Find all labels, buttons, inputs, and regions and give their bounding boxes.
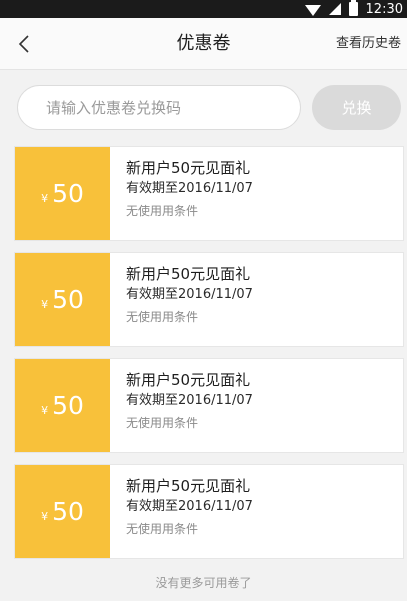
coupon-amount-panel: ¥ 50 (15, 359, 110, 452)
status-bar: 12:30 (0, 0, 407, 18)
coupon-list: ¥ 50 新用户50元见面礼 有效期至2016/11/07 无使用用条件 ¥ 5… (14, 146, 404, 570)
coupon-card[interactable]: ¥ 50 新用户50元见面礼 有效期至2016/11/07 无使用用条件 (14, 464, 404, 559)
coupon-card[interactable]: ¥ 50 新用户50元见面礼 有效期至2016/11/07 无使用用条件 (14, 252, 404, 347)
battery-icon (348, 0, 358, 16)
coupon-condition: 无使用用条件 (126, 416, 199, 430)
chevron-left-icon[interactable] (8, 28, 40, 60)
signal-icon (328, 3, 341, 15)
currency-symbol: ¥ (41, 510, 49, 523)
coupon-info: 新用户50元见面礼 有效期至2016/11/07 无使用用条件 (110, 147, 253, 240)
coupon-info: 新用户50元见面礼 有效期至2016/11/07 无使用用条件 (110, 465, 253, 558)
coupon-amount: 50 (52, 285, 84, 314)
coupon-validity: 有效期至2016/11/07 (126, 499, 253, 514)
coupon-info: 新用户50元见面礼 有效期至2016/11/07 无使用用条件 (110, 253, 253, 346)
coupon-card[interactable]: ¥ 50 新用户50元见面礼 有效期至2016/11/07 无使用用条件 (14, 146, 404, 241)
coupon-validity: 有效期至2016/11/07 (126, 393, 253, 408)
coupon-amount: 50 (52, 179, 84, 208)
redeem-button[interactable]: 兑换 (312, 85, 401, 130)
status-icons: 12:30 (304, 0, 407, 18)
redeem-row: 兑换 (0, 70, 407, 146)
coupon-condition: 无使用用条件 (126, 310, 199, 324)
coupon-title: 新用户50元见面礼 (126, 371, 251, 389)
coupon-title: 新用户50元见面礼 (126, 477, 251, 495)
coupon-condition: 无使用用条件 (126, 522, 199, 536)
coupon-info: 新用户50元见面礼 有效期至2016/11/07 无使用用条件 (110, 359, 253, 452)
nav-bar: 优惠卷 查看历史卷 (0, 18, 407, 70)
coupon-validity: 有效期至2016/11/07 (126, 181, 253, 196)
coupon-card[interactable]: ¥ 50 新用户50元见面礼 有效期至2016/11/07 无使用用条件 (14, 358, 404, 453)
redeem-code-input[interactable] (17, 85, 301, 130)
currency-symbol: ¥ (41, 192, 49, 205)
status-time: 12:30 (365, 1, 403, 17)
coupon-title: 新用户50元见面礼 (126, 265, 251, 283)
currency-symbol: ¥ (41, 298, 49, 311)
coupon-amount: 50 (52, 391, 84, 420)
wifi-icon (304, 4, 321, 16)
coupon-title: 新用户50元见面礼 (126, 159, 251, 177)
coupon-amount-panel: ¥ 50 (15, 465, 110, 558)
view-history-link[interactable]: 查看历史卷 (336, 18, 401, 70)
list-end-message: 没有更多可用卷了 (155, 576, 252, 590)
coupon-validity: 有效期至2016/11/07 (126, 287, 253, 302)
currency-symbol: ¥ (41, 404, 49, 417)
coupon-condition: 无使用用条件 (126, 204, 199, 218)
coupon-amount-panel: ¥ 50 (15, 147, 110, 240)
coupon-amount: 50 (52, 497, 84, 526)
coupon-amount-panel: ¥ 50 (15, 253, 110, 346)
